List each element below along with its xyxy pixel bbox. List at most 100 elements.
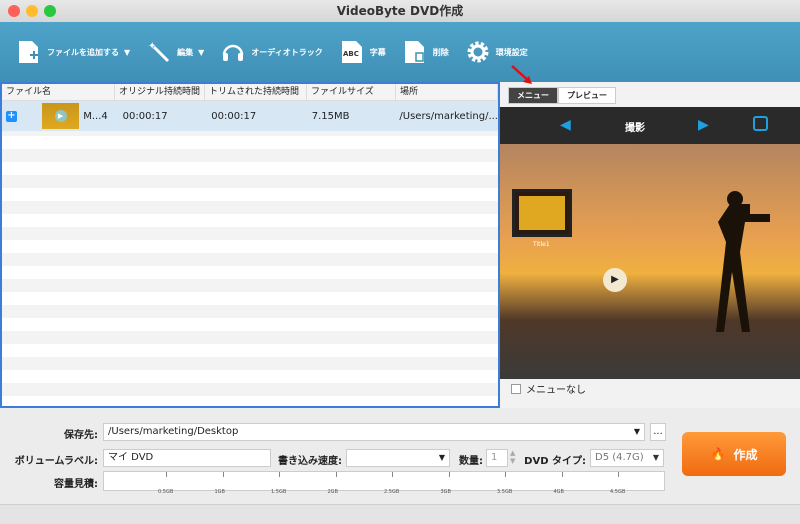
- chevron-down-icon: ▼: [438, 453, 445, 462]
- capacity-label: 容量見積:: [54, 479, 98, 490]
- volume-label-input[interactable]: マイ DVD: [103, 449, 271, 467]
- count-stepper[interactable]: ▲ ▼: [510, 449, 515, 465]
- video-thumbnail: ▶: [41, 103, 80, 129]
- count-input[interactable]: 1: [486, 449, 508, 467]
- capacity-tick: [222, 472, 224, 477]
- dvd-type-label: DVD タイプ:: [524, 456, 586, 467]
- file-location: /Users/marketing/...: [399, 110, 498, 122]
- capacity-tick: [279, 472, 280, 477]
- capacity-tick: [335, 472, 337, 477]
- title-bar: VideoByte DVD作成: [0, 0, 800, 22]
- dvd-type-select[interactable]: D5 (4.7G) ▼: [590, 449, 664, 467]
- add-file-label: ファイルを追加する: [47, 47, 119, 57]
- expand-icon[interactable]: +: [6, 110, 17, 122]
- delete-button[interactable]: 削除: [402, 39, 449, 65]
- audio-track-button[interactable]: オーディオトラック: [220, 39, 323, 65]
- file-list[interactable]: ファイル名 オリジナル持続時間 トリムされた持続時間 ファイルサイズ 場所 + …: [0, 82, 500, 408]
- no-menu-label: メニューなし: [526, 385, 586, 396]
- capacity-tick-label: 2GB: [327, 489, 339, 495]
- create-button[interactable]: 🔥 作成: [682, 432, 786, 476]
- gear-icon: [467, 41, 489, 63]
- chevron-down-icon: ▼: [124, 47, 131, 57]
- capacity-tick-label: 4.5GB: [610, 489, 626, 495]
- table-header: ファイル名 オリジナル持続時間 トリムされた持続時間 ファイルサイズ 場所: [2, 84, 498, 101]
- status-bar: [0, 504, 800, 524]
- capacity-tick: [448, 472, 450, 477]
- add-file-icon: [19, 41, 38, 63]
- capacity-tick: [166, 472, 167, 477]
- capacity-tick-label: 3GB: [440, 489, 452, 495]
- file-size: 7.15MB: [311, 110, 350, 122]
- svg-text:✦: ✦: [148, 41, 156, 52]
- edit-button[interactable]: ✦ 編集 ▼: [146, 39, 204, 65]
- subtitle-icon: ABC: [341, 41, 362, 63]
- volume-label: ボリュームラベル:: [14, 456, 98, 467]
- minimize-button[interactable]: [26, 5, 38, 17]
- toolbar: ファイルを追加する ▼ ✦ 編集 ▼ オーディオトラック ABC 字幕 削除 環境設定: [0, 22, 800, 82]
- col-file-size[interactable]: ファイルサイズ: [307, 84, 396, 100]
- chevron-down-icon: ▼: [652, 453, 659, 462]
- delete-label: 削除: [432, 47, 449, 57]
- tab-menu[interactable]: メニュー: [508, 87, 558, 104]
- col-filename[interactable]: ファイル名: [2, 84, 115, 100]
- tab-preview[interactable]: プレビュー: [558, 87, 616, 104]
- settings-label: 環境設定: [495, 47, 528, 57]
- audio-track-label: オーディオトラック: [251, 47, 323, 57]
- save-label: 保存先:: [64, 430, 98, 441]
- add-file-button[interactable]: ファイルを追加する ▼: [16, 39, 130, 65]
- subtitle-button[interactable]: ABC 字幕: [339, 39, 386, 65]
- delete-file-icon: [404, 41, 424, 63]
- capacity-tick: [505, 472, 506, 477]
- play-button[interactable]: ▶: [603, 268, 627, 292]
- play-icon: ▶: [54, 110, 67, 122]
- flame-icon: 🔥: [710, 447, 726, 461]
- table-row[interactable]: + ▶ M...4 00:00:17 00:00:17 7.15MB /User…: [2, 101, 498, 131]
- edit-label: 編集: [177, 47, 194, 57]
- output-settings: 保存先: /Users/marketing/Desktop ▼ ... ボリューム…: [0, 408, 800, 504]
- edit-menu-icon[interactable]: [753, 116, 768, 131]
- zoom-button[interactable]: [44, 5, 56, 17]
- create-label: 作成: [733, 447, 758, 462]
- template-name: 撮影: [625, 123, 645, 134]
- count-label: 数量:: [459, 456, 483, 467]
- settings-button[interactable]: 環境設定: [465, 39, 528, 65]
- file-name: M...4: [83, 110, 108, 122]
- close-button[interactable]: [8, 5, 20, 17]
- menu-panel: メニュー プレビュー ◀ 撮影 ▶ Title1 ▶ メニューなし: [500, 65, 800, 408]
- chevron-down-icon: ▼: [198, 47, 205, 57]
- subtitle-label: 字幕: [369, 47, 386, 57]
- svg-text:ABC: ABC: [343, 50, 359, 58]
- capacity-tick-label: 3.5GB: [497, 489, 513, 495]
- magic-wand-icon: ✦: [148, 41, 170, 63]
- capacity-tick-label: 0.5GB: [158, 489, 174, 495]
- window-title: VideoByte DVD作成: [336, 4, 464, 18]
- col-original-duration[interactable]: オリジナル持続時間: [115, 84, 205, 100]
- save-path-select[interactable]: /Users/marketing/Desktop ▼: [103, 423, 645, 441]
- capacity-tick: [392, 472, 393, 477]
- trimmed-duration: 00:00:17: [211, 110, 257, 122]
- template-nav: ◀ 撮影 ▶: [500, 107, 800, 144]
- next-template-icon[interactable]: ▶: [698, 117, 709, 133]
- original-duration: 00:00:17: [122, 110, 168, 122]
- chevron-down-icon: ▼: [633, 427, 640, 436]
- browse-button[interactable]: ...: [650, 423, 666, 441]
- speed-label: 書き込み速度:: [278, 456, 342, 467]
- col-location[interactable]: 場所: [396, 84, 498, 100]
- col-trimmed-duration[interactable]: トリムされた持続時間: [205, 84, 307, 100]
- capacity-tick: [561, 472, 563, 477]
- menu-preview: Title1 ▶: [500, 144, 800, 379]
- photographer-silhouette: [716, 191, 770, 332]
- title-thumbnail[interactable]: [512, 189, 572, 237]
- red-arrow-annotation: [511, 65, 532, 84]
- no-menu-checkbox[interactable]: メニューなし: [511, 381, 586, 396]
- capacity-tick-label: 2.5GB: [384, 489, 400, 495]
- capacity-bar: 0.5GB 1GB 1.5GB 2GB 2.5GB 3GB 3.5GB 4GB 4.5GB: [103, 471, 665, 495]
- headphones-icon: [223, 44, 244, 61]
- write-speed-select[interactable]: ▼: [346, 449, 450, 467]
- capacity-tick-label: 4GB: [553, 489, 565, 495]
- title-label: Title1: [533, 241, 550, 248]
- capacity-tick-label: 1GB: [214, 489, 226, 495]
- prev-template-icon[interactable]: ◀: [560, 117, 571, 133]
- capacity-tick-label: 1.5GB: [271, 489, 287, 495]
- capacity-tick: [618, 472, 619, 477]
